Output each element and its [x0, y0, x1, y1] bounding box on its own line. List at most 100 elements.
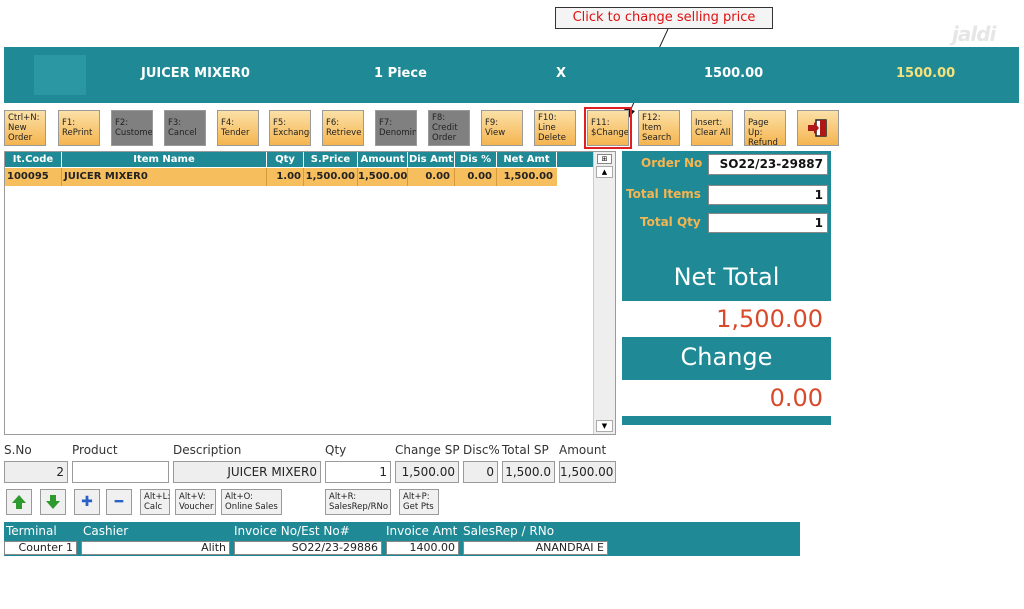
- invoice-no-value: SO22/23-29886: [234, 541, 382, 555]
- key-label: Alt+L:: [144, 492, 171, 502]
- sno-label: S.No: [4, 443, 32, 457]
- total-items-value: 1: [708, 185, 828, 205]
- minus-icon: ━: [114, 494, 124, 510]
- credit-order-button[interactable]: F8: Credit Order: [428, 110, 470, 146]
- cancel-button[interactable]: F3: Cancel: [164, 110, 206, 146]
- col-item-name[interactable]: Item Name: [62, 152, 267, 167]
- item-search-button[interactable]: F12: Item Search: [638, 110, 680, 146]
- col-itcode[interactable]: It.Code: [5, 152, 62, 167]
- calc-button[interactable]: Alt+L: Calc: [140, 489, 170, 515]
- col-qty[interactable]: Qty: [267, 152, 304, 167]
- button-label: Online Sales: [225, 502, 278, 512]
- col-dis-pct[interactable]: Dis %: [455, 152, 497, 167]
- net-total-label: Net Total: [673, 263, 780, 291]
- button-label: Retrieve: [326, 128, 362, 138]
- key-label: Page Up:: [748, 118, 769, 138]
- button-label: Get Pts: [403, 502, 434, 512]
- description-field: JUICER MIXER0: [173, 461, 321, 483]
- key-label: F8:: [432, 113, 446, 123]
- button-label: SalesRep/RNo: [329, 502, 389, 512]
- product-input[interactable]: [72, 461, 169, 483]
- product-label: Product: [72, 443, 118, 457]
- grid-scrollbar[interactable]: ⊞ ▲ ▼: [593, 152, 615, 434]
- exchange-button[interactable]: F5: Exchange: [269, 110, 311, 146]
- key-label: F2:: [115, 118, 129, 128]
- item-banner: JUICER MIXER0 1 Piece X 1500.00 1500.00: [4, 47, 1019, 103]
- col-sprice[interactable]: S.Price: [304, 152, 358, 167]
- key-label: F10:: [538, 113, 557, 123]
- change-price-button[interactable]: F11: $Change: [584, 107, 632, 149]
- new-order-button[interactable]: Ctrl+N: New Order: [4, 110, 46, 146]
- remove-button[interactable]: ━: [106, 489, 132, 515]
- change-label: Change: [680, 343, 773, 371]
- scroll-up-icon[interactable]: ▲: [596, 166, 613, 178]
- add-button[interactable]: ✚: [74, 489, 100, 515]
- cashier-value: Alith: [81, 541, 230, 555]
- order-no-label: Order No: [641, 156, 703, 170]
- voucher-button[interactable]: Alt+V: Voucher: [175, 489, 216, 515]
- banner-total: 1500.00: [896, 66, 956, 81]
- exit-icon: [808, 119, 827, 137]
- tooltip-callout: Click to change selling price: [555, 7, 773, 29]
- key-label: Ctrl+N:: [8, 113, 40, 123]
- summary-panel: Order No SO22/23-29887 Total Items 1 Tot…: [622, 151, 831, 425]
- scroll-down-icon[interactable]: ▼: [596, 420, 613, 432]
- items-grid[interactable]: It.Code Item Name Qty S.Price Amount Dis…: [4, 151, 616, 435]
- qty-label: Qty: [325, 443, 347, 457]
- button-label: Line Delete: [538, 123, 566, 143]
- change-sp-label: Change SP: [395, 443, 460, 457]
- description-label: Description: [173, 443, 242, 457]
- terminal-value: Counter 1: [4, 541, 77, 555]
- change-sp-field[interactable]: 1,500.00: [395, 461, 459, 483]
- disc-field[interactable]: 0: [463, 461, 498, 483]
- col-amount[interactable]: Amount: [358, 152, 408, 167]
- denomination-button[interactable]: F7:Denomina: [375, 110, 417, 146]
- button-label: View: [485, 128, 506, 138]
- col-net-amt[interactable]: Net Amt: [497, 152, 557, 167]
- move-down-button[interactable]: [40, 489, 66, 515]
- button-label: RePrint: [62, 128, 93, 138]
- banner-item-name: JUICER MIXER0: [141, 66, 250, 81]
- reprint-button[interactable]: F1: RePrint: [58, 110, 100, 146]
- total-items-label: Total Items: [626, 187, 701, 201]
- qty-input[interactable]: 1: [325, 461, 391, 483]
- table-row[interactable]: 100095 JUICER MIXER0 1.00 1,500.00 1,500…: [5, 168, 557, 186]
- line-delete-button[interactable]: F10: Line Delete: [534, 110, 576, 146]
- status-footer: Terminal Cashier Invoice No/Est No# Invo…: [4, 522, 800, 556]
- button-label: Clear All: [695, 128, 731, 138]
- grid-header: It.Code Item Name Qty S.Price Amount Dis…: [5, 152, 595, 167]
- sno-field: 2: [4, 461, 68, 483]
- online-sales-button[interactable]: Alt+O: Online Sales: [221, 489, 282, 515]
- key-label: Insert:: [695, 118, 723, 128]
- terminal-label: Terminal: [6, 524, 57, 538]
- tender-button[interactable]: F4: Tender: [217, 110, 259, 146]
- cell-dis-amt: 0.00: [408, 168, 455, 186]
- net-total-value: 1,500.00: [622, 301, 831, 337]
- key-label: F4:: [221, 118, 235, 128]
- exit-button[interactable]: [797, 110, 839, 146]
- column-chooser-icon[interactable]: ⊞: [597, 154, 612, 164]
- refund-button[interactable]: Page Up: Refund: [744, 110, 786, 146]
- cell-itcode: 100095: [5, 168, 62, 186]
- clear-all-button[interactable]: Insert: Clear All: [691, 110, 733, 146]
- key-label: Alt+V:: [179, 492, 206, 502]
- button-label: Cancel: [168, 128, 197, 138]
- retrieve-button[interactable]: F6: Retrieve: [322, 110, 364, 146]
- invoice-amt-label: Invoice Amt: [386, 524, 458, 538]
- total-sp-label: Total SP: [502, 443, 549, 457]
- customer-button[interactable]: F2: Customer: [111, 110, 153, 146]
- cell-dis-pct: 0.00: [455, 168, 497, 186]
- salesrep-button[interactable]: Alt+R: SalesRep/RNo: [325, 489, 391, 515]
- plus-icon: ✚: [81, 494, 93, 510]
- view-button[interactable]: F9: View: [481, 110, 523, 146]
- get-pts-button[interactable]: Alt+P: Get Pts: [399, 489, 439, 515]
- cell-amount: 1,500.00: [358, 168, 408, 186]
- button-label: Voucher: [179, 502, 214, 512]
- button-label: Item Search: [642, 123, 672, 143]
- col-dis-amt[interactable]: Dis Amt: [408, 152, 455, 167]
- salesrep-label: SalesRep / RNo: [463, 524, 555, 538]
- move-up-button[interactable]: [6, 489, 32, 515]
- banner-price: 1500.00: [704, 66, 764, 81]
- button-label: Credit Order: [432, 123, 458, 143]
- cell-qty: 1.00: [267, 168, 304, 186]
